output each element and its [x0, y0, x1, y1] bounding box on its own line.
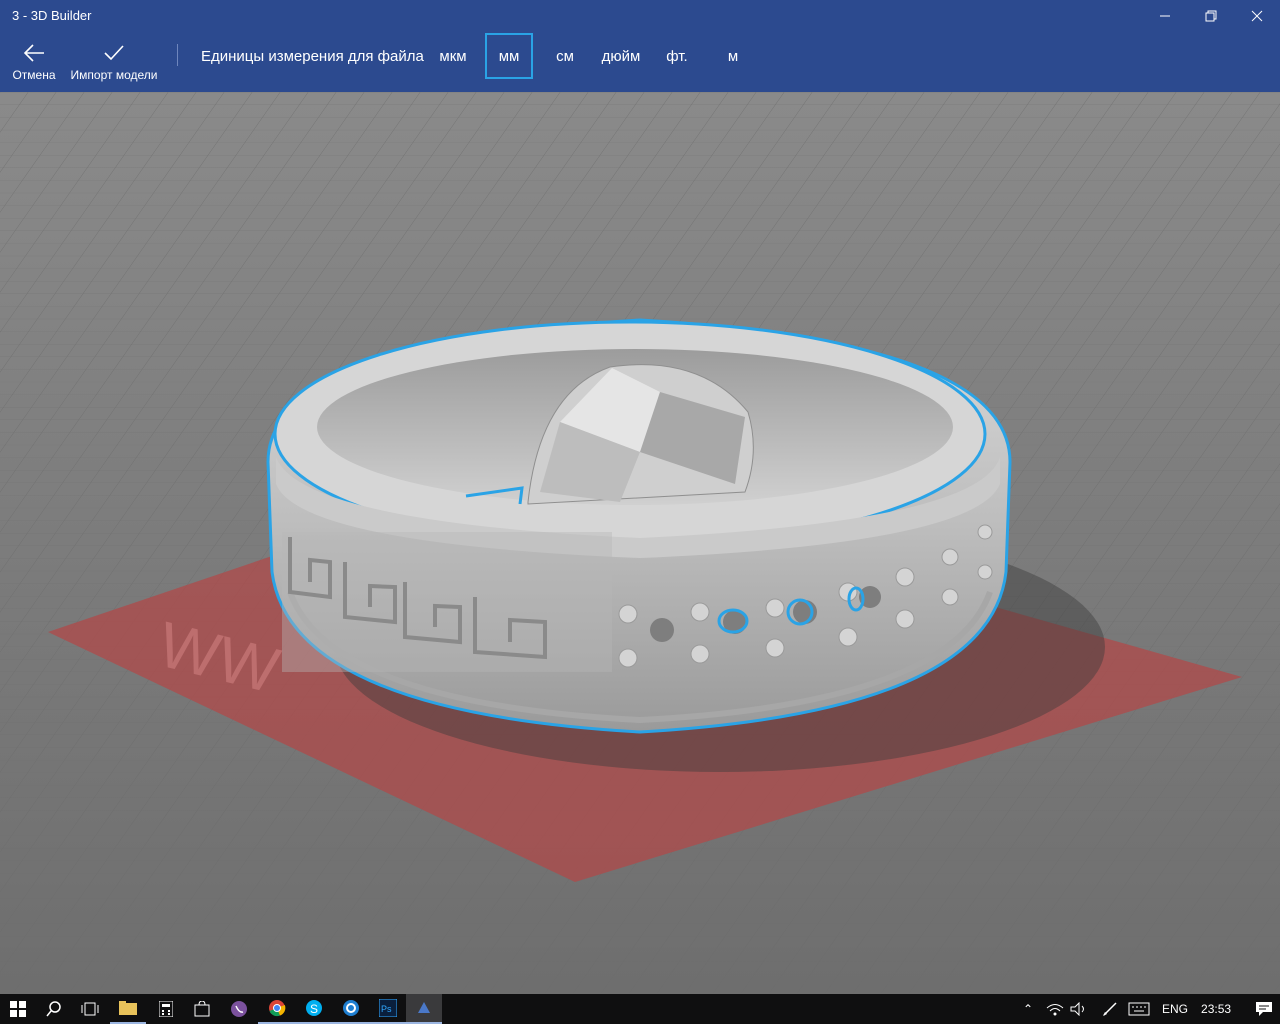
title-bar: 3 - 3D Builder: [0, 0, 1280, 32]
system-tray: ⌃ ENG 23:53: [1018, 994, 1273, 1024]
taskbar-app-generic[interactable]: [332, 994, 370, 1024]
skype-icon: S: [306, 1000, 322, 1016]
taskbar-app-calculator[interactable]: [148, 994, 184, 1024]
checkmark-icon: [104, 45, 124, 61]
import-model-button[interactable]: Импорт модели: [68, 32, 160, 92]
taskbar-app-viber[interactable]: [220, 994, 258, 1024]
taskbar: S Ps ⌃ ENG 23:53: [0, 994, 1280, 1024]
ring-model[interactable]: [266, 318, 1012, 734]
taskbar-app-file-explorer[interactable]: [110, 994, 146, 1024]
notifications-icon[interactable]: [1255, 1001, 1273, 1017]
app-icon: [343, 1000, 359, 1016]
minimize-button[interactable]: [1142, 0, 1188, 32]
unit-option-ft[interactable]: фт.: [658, 33, 696, 79]
scene-canvas: WW: [0, 92, 1280, 994]
units-label: Единицы измерения для файла: [201, 48, 424, 65]
unit-option-cm[interactable]: см: [545, 33, 585, 79]
language-indicator[interactable]: ENG: [1162, 1002, 1188, 1016]
cancel-button[interactable]: Отмена: [8, 32, 60, 92]
unit-option-inch[interactable]: дюйм: [596, 33, 646, 79]
volume-icon[interactable]: [1070, 1002, 1088, 1016]
start-icon: [10, 1001, 26, 1017]
restore-icon: [1205, 10, 1217, 22]
toolbar-separator: [177, 44, 178, 66]
taskbar-app-photoshop[interactable]: Ps: [370, 994, 406, 1024]
file-explorer-icon: [119, 1001, 137, 1015]
unit-option-m[interactable]: м: [718, 33, 748, 79]
unit-option-um[interactable]: мкм: [432, 33, 474, 79]
search-button[interactable]: [36, 994, 72, 1024]
search-icon: [46, 1001, 61, 1017]
store-icon: [194, 1001, 210, 1017]
close-button[interactable]: [1234, 0, 1280, 32]
toolbar: Отмена Импорт модели Единицы измерения д…: [0, 32, 1280, 92]
start-button[interactable]: [0, 994, 36, 1024]
wifi-icon[interactable]: [1046, 1002, 1064, 1016]
cancel-label: Отмена: [12, 68, 56, 82]
viber-icon: [231, 1001, 247, 1017]
pen-icon[interactable]: [1102, 1001, 1118, 1017]
calculator-icon: [159, 1001, 173, 1017]
clock[interactable]: 23:53: [1201, 1002, 1231, 1016]
svg-text:Ps: Ps: [381, 1004, 392, 1014]
restore-button[interactable]: [1188, 0, 1234, 32]
close-icon: [1251, 10, 1263, 22]
minimize-icon: [1160, 15, 1170, 17]
3d-viewport[interactable]: WW: [0, 92, 1280, 994]
back-arrow-icon: [23, 44, 44, 62]
import-model-label: Импорт модели: [70, 68, 158, 82]
chevron-up-icon[interactable]: ⌃: [1018, 1002, 1038, 1016]
unit-option-mm[interactable]: мм: [485, 33, 533, 79]
chrome-icon: [269, 1000, 286, 1017]
window-title: 3 - 3D Builder: [12, 8, 92, 23]
taskbar-app-chrome[interactable]: [258, 994, 296, 1024]
keyboard-icon[interactable]: [1128, 1002, 1150, 1016]
task-view-icon: [81, 1002, 99, 1016]
taskbar-app-skype[interactable]: S: [296, 994, 332, 1024]
task-view-button[interactable]: [72, 994, 108, 1024]
svg-text:S: S: [310, 1002, 318, 1016]
taskbar-app-3d-builder[interactable]: [406, 994, 442, 1024]
photoshop-icon: Ps: [379, 999, 397, 1017]
3d-builder-icon: [418, 1002, 430, 1013]
taskbar-app-store[interactable]: [184, 994, 220, 1024]
